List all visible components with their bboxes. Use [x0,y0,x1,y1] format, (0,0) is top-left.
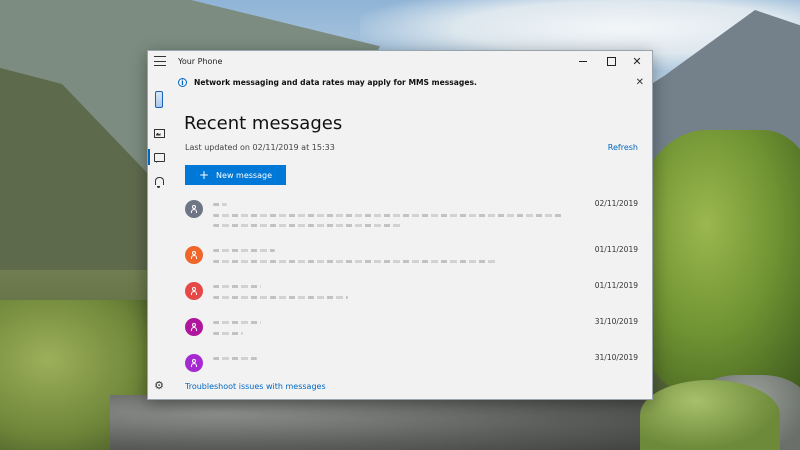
dismiss-banner-button[interactable]: ✕ [636,77,644,88]
close-icon: ✕ [632,54,642,68]
conversation-date: 01/11/2019 [594,245,638,254]
contact-avatar [185,354,203,372]
blurred-contact-name [213,249,275,252]
blurred-message-preview [213,332,243,335]
minimize-button[interactable] [570,53,596,69]
close-window-button[interactable]: ✕ [624,53,650,69]
sidebar-item-settings[interactable]: ⚙ [151,377,167,393]
info-icon: i [178,78,187,87]
title-bar[interactable]: Your Phone ✕ [148,51,652,73]
sidebar-item-phone[interactable] [151,87,167,111]
sidebar: ⚙ [148,73,170,399]
wallpaper-rocks [110,395,670,450]
sidebar-item-notifications[interactable] [151,173,167,189]
app-title: Your Phone [178,57,223,66]
conversation-item[interactable]: 01/11/2019 [170,275,652,311]
refresh-link[interactable]: Refresh [608,143,638,152]
blurred-message-preview-line2 [213,224,403,227]
maximize-icon [606,56,616,66]
contact-avatar [185,200,203,218]
phone-icon [155,90,163,108]
blurred-contact-name [213,357,257,360]
blurred-message-preview [213,260,498,263]
blurred-contact-name [213,321,261,324]
troubleshoot-link[interactable]: Troubleshoot issues with messages [185,382,326,391]
conversation-item[interactable]: 31/10/2019 [170,347,652,373]
conversation-item[interactable]: 02/11/2019 [170,193,652,229]
person-icon [191,287,197,295]
conversation-item[interactable]: 01/11/2019 [170,239,652,275]
person-icon [191,323,197,331]
conversation-date: 31/10/2019 [594,353,638,362]
blurred-contact-name [213,285,261,288]
photos-icon [153,128,165,138]
person-icon [191,251,197,259]
blurred-message-preview [213,214,563,217]
contact-avatar [185,246,203,264]
your-phone-window: Your Phone ✕ ⚙ i Network messaging and d… [147,50,653,400]
new-message-button[interactable]: + New message [185,165,286,185]
maximize-button[interactable] [598,53,624,69]
new-message-label: New message [216,170,272,180]
notifications-icon [154,177,164,188]
sidebar-item-photos[interactable] [151,125,167,141]
blurred-contact-name [213,203,227,206]
settings-icon: ⚙ [154,378,164,392]
conversation-date: 02/11/2019 [594,199,638,208]
info-banner-text: Network messaging and data rates may app… [194,78,477,87]
page-title: Recent messages [184,113,343,134]
contact-avatar [185,318,203,336]
messages-icon [153,152,165,162]
last-updated-text: Last updated on 02/11/2019 at 15:33 [185,143,335,152]
close-icon: ✕ [635,77,644,88]
active-indicator [148,149,150,165]
plus-icon: + [198,168,210,182]
contact-avatar [185,282,203,300]
conversation-date: 01/11/2019 [594,281,638,290]
sidebar-item-messages[interactable] [148,149,167,165]
conversation-list: 02/11/2019 01/11/2019 01/11/2019 31/10/2… [170,193,652,373]
blurred-message-preview [213,296,348,299]
person-icon [191,205,197,213]
conversation-item[interactable]: 31/10/2019 [170,311,652,347]
wallpaper-fern [640,380,780,450]
messages-pane: Recent messages Last updated on 02/11/20… [170,93,652,399]
info-banner: i Network messaging and data rates may a… [170,73,652,93]
person-icon [191,359,197,367]
conversation-date: 31/10/2019 [594,317,638,326]
minimize-icon [579,60,587,62]
hamburger-menu-icon[interactable] [154,56,166,66]
wallpaper-mossy-rock [630,130,800,400]
